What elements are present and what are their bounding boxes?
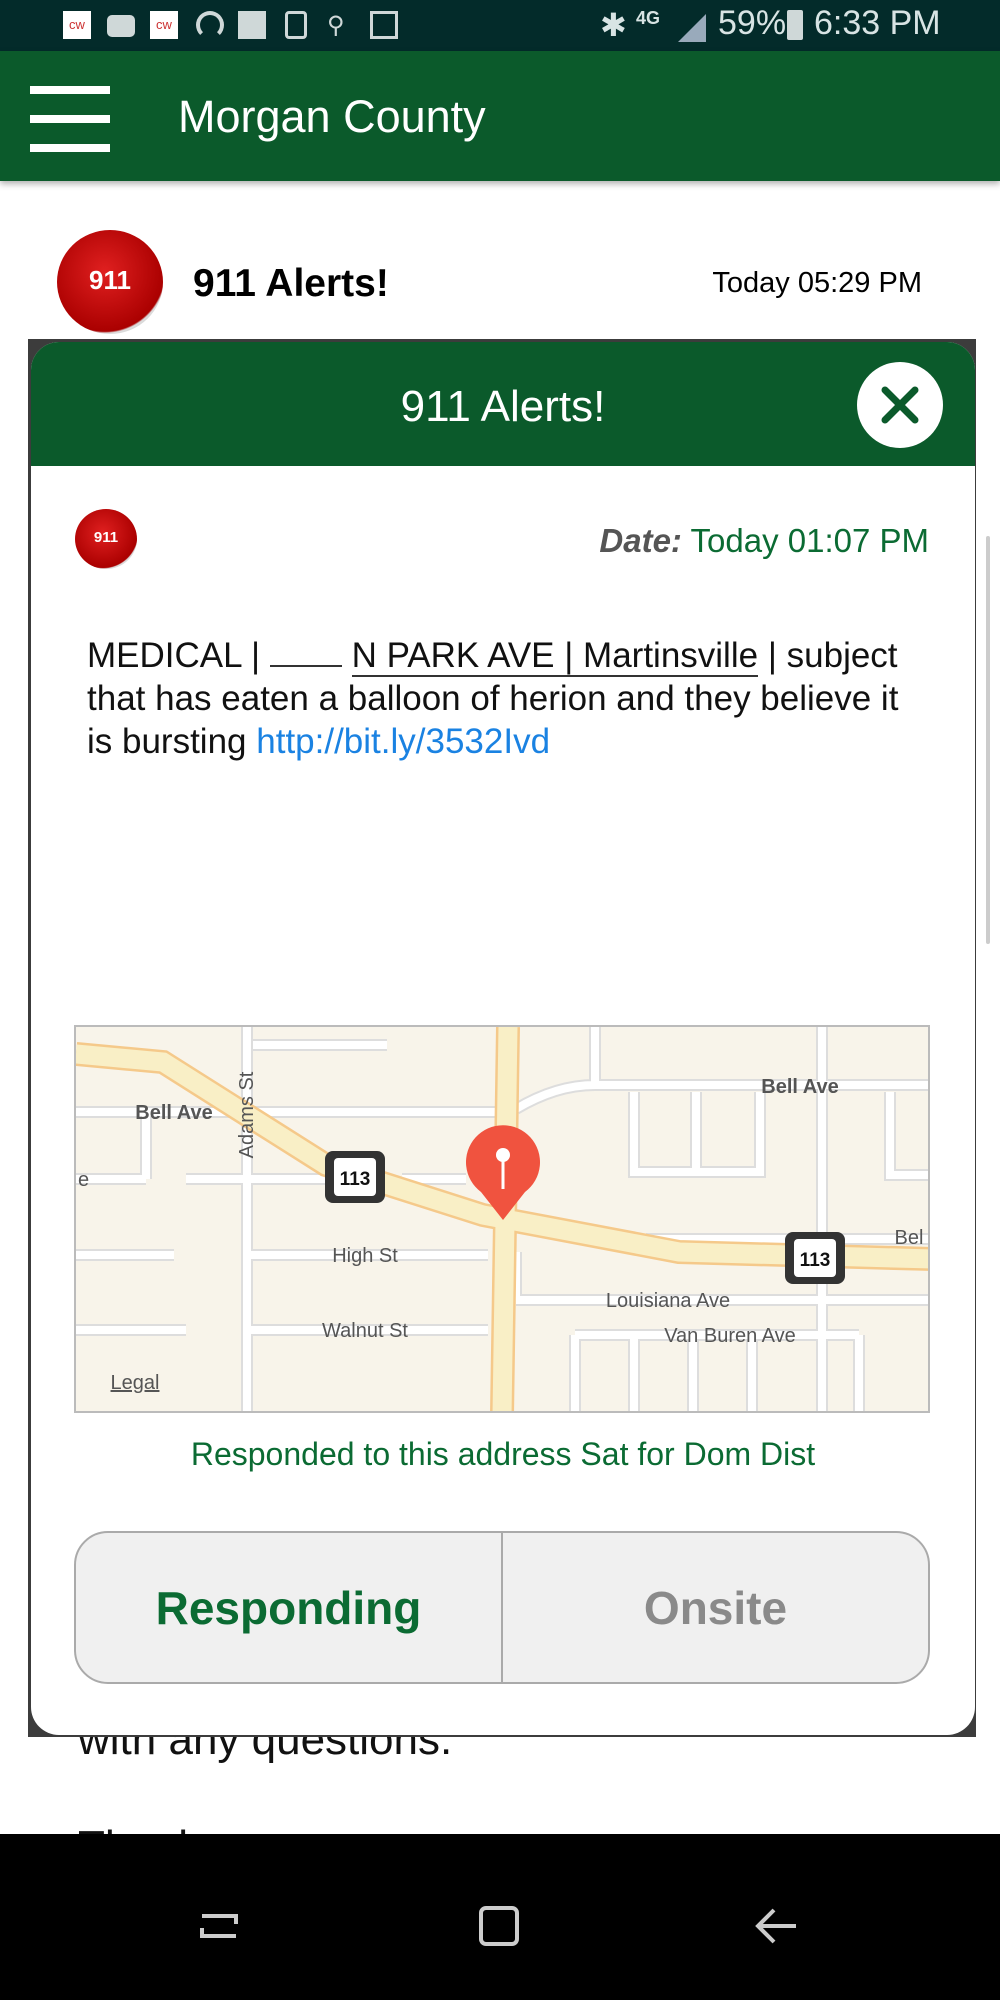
screen-rotate-icon <box>285 11 307 39</box>
recent-apps-icon[interactable] <box>196 1906 242 1946</box>
network-type: 4G <box>636 8 661 28</box>
response-buttons: Responding Onsite <box>74 1531 930 1684</box>
map-label: Bell Ave <box>761 1076 838 1098</box>
map-label: Adams St <box>236 1071 258 1158</box>
app-title: Morgan County <box>178 91 486 142</box>
bluetooth-icon: ✱ <box>600 7 627 43</box>
contacts-icon: ⚲ <box>327 12 345 39</box>
scrollbar[interactable] <box>986 536 990 944</box>
modal-header: 911 Alerts! <box>31 342 975 466</box>
map-label: High St <box>332 1245 398 1267</box>
map-label: e <box>78 1169 89 1191</box>
map-label: Van Buren Ave <box>664 1325 796 1347</box>
responding-button[interactable]: Responding <box>76 1533 503 1682</box>
alert-message: MEDICAL | N PARK AVE | Martinsville | su… <box>87 636 899 761</box>
svg-text:113: 113 <box>340 1169 371 1190</box>
list-item-time: Today 05:29 PM <box>712 267 922 299</box>
status-bar: cw cw ⚲ ✱ 4G 59% 6:33 PM <box>0 0 1000 51</box>
email-icon <box>238 11 266 39</box>
youtube-icon <box>107 15 135 37</box>
map-label: Walnut St <box>322 1320 408 1342</box>
app-bar: Morgan County <box>0 51 1000 181</box>
news-icon <box>370 11 398 39</box>
map-view[interactable]: Bell Ave Bell Ave Adams St High St Louis… <box>74 1025 930 1413</box>
alert-link[interactable]: http://bit.ly/3532Ivd <box>256 722 550 761</box>
route-shield-icon: 113 <box>325 1151 385 1203</box>
svg-text:113: 113 <box>800 1250 831 1271</box>
route-shield-icon: 113 <box>785 1232 845 1284</box>
signal-icon <box>678 14 706 42</box>
modal-title: 911 Alerts! <box>400 382 606 431</box>
alert-date: Date: Today 01:07 PM <box>599 522 929 559</box>
alert-911-icon: 911 <box>75 509 137 569</box>
cw-app-icon: cw <box>150 11 178 39</box>
list-item-title[interactable]: 911 Alerts! <box>193 262 389 306</box>
navigation-bar <box>0 1834 1000 2000</box>
map-label: Bel <box>895 1227 924 1249</box>
legal-link[interactable]: Legal <box>111 1372 160 1394</box>
responded-note: Responded to this address Sat for Dom Di… <box>190 1436 816 1472</box>
home-icon[interactable] <box>476 1906 522 1946</box>
cw-app-icon: cw <box>63 11 91 39</box>
onsite-button[interactable]: Onsite <box>503 1533 928 1682</box>
alert-modal: 911 Alerts! 911 Date: Today 01:07 PM MED… <box>31 342 975 1735</box>
close-icon <box>881 386 919 424</box>
speedometer-icon <box>196 11 224 39</box>
map-label: Bell Ave <box>135 1102 212 1124</box>
battery-percent: 59% <box>718 4 787 42</box>
hamburger-icon[interactable] <box>25 86 115 156</box>
back-icon[interactable] <box>754 1906 800 1946</box>
battery-icon <box>787 10 803 40</box>
close-button[interactable] <box>857 362 943 448</box>
clock: 6:33 PM <box>814 4 941 42</box>
map-label: Louisiana Ave <box>606 1290 730 1312</box>
alert-911-icon: 911 <box>57 230 163 334</box>
